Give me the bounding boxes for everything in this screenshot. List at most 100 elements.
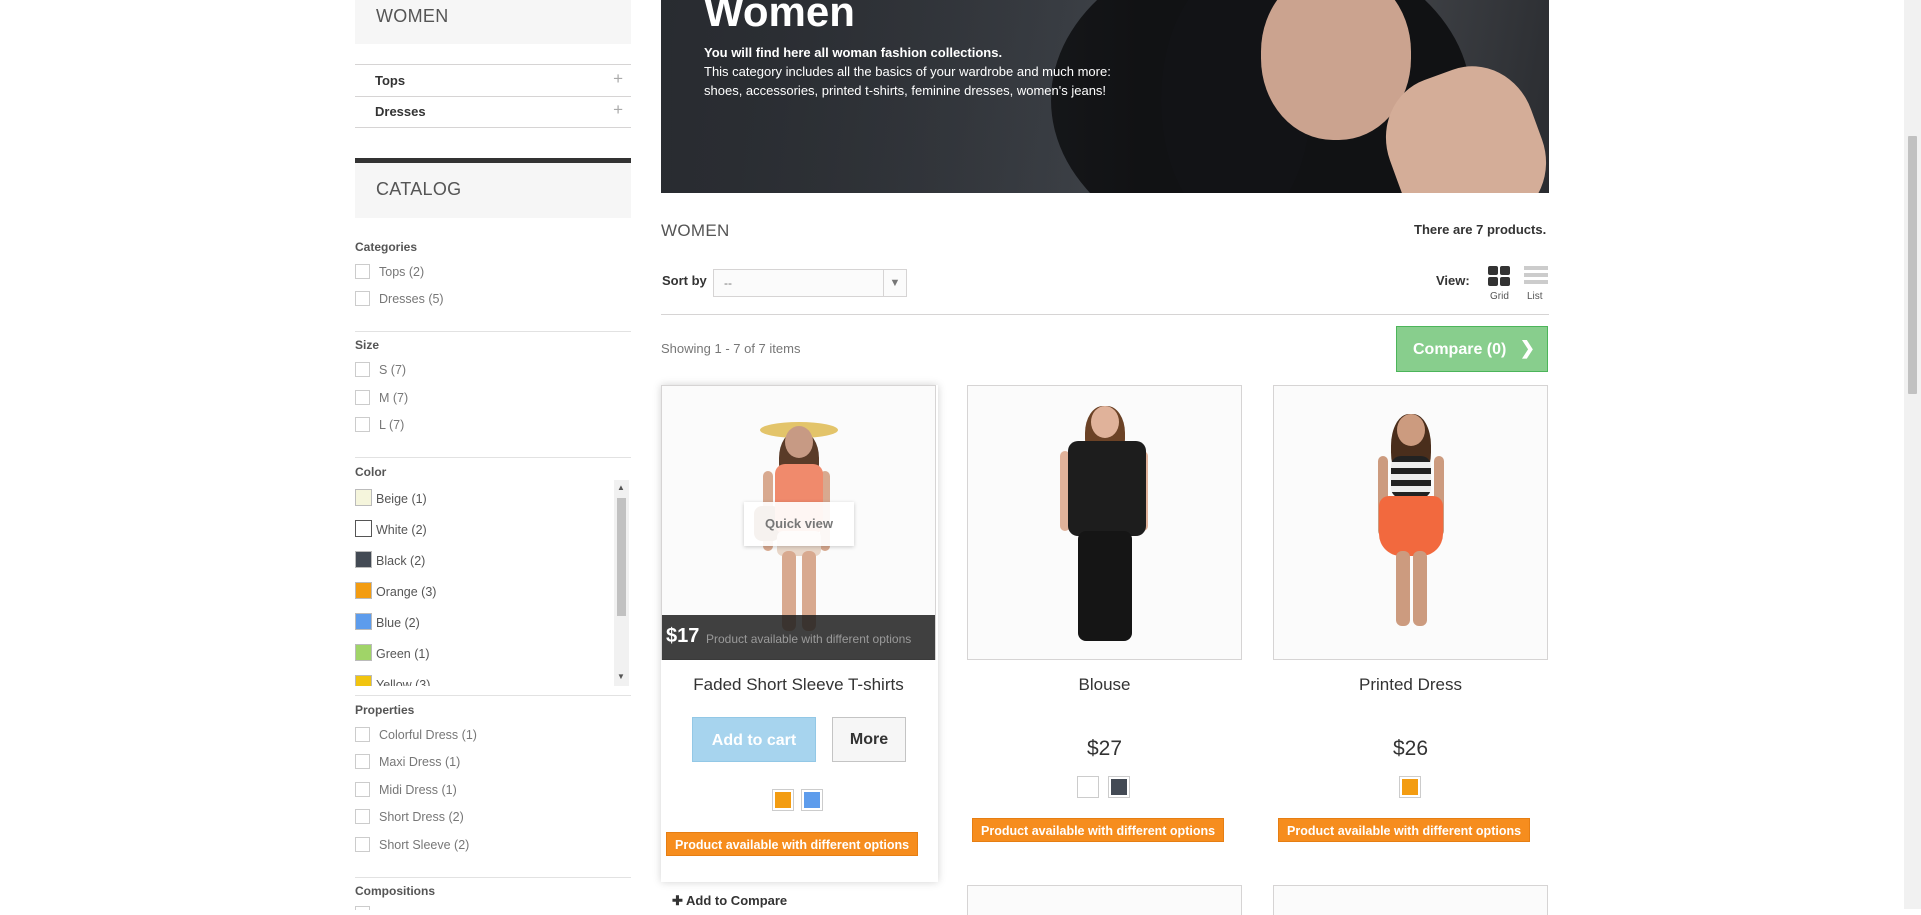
view-grid-label[interactable]: Grid [1490,291,1509,302]
plus-icon[interactable]: + [613,69,623,89]
add-to-compare-label: Add to Compare [686,893,788,908]
color-swatch-orange[interactable] [1399,776,1421,798]
sort-label: Sort by [662,273,707,288]
add-to-compare-link[interactable]: ✚ Add to Compare [672,893,787,909]
color-swatch[interactable] [355,489,372,506]
price-note: Product available with different options [706,632,912,646]
chevron-right-icon: ❯ [1519,338,1535,358]
showing-items: Showing 1 - 7 of 7 items [661,341,801,356]
product-price: $17 [666,625,700,647]
color-swatch-white[interactable] [1077,776,1099,798]
divider [355,877,631,878]
checkbox[interactable] [355,754,370,769]
checkbox[interactable] [355,782,370,797]
product-image[interactable] [1273,385,1548,660]
plus-icon[interactable]: + [613,100,623,120]
color-swatch[interactable] [355,520,372,537]
color-swatch[interactable] [355,675,372,686]
sort-select-value: -- [724,276,732,290]
category-description: shoes, accessories, printed t-shirts, fe… [704,83,1107,98]
sidebar-item-label: Dresses [375,104,426,119]
chevron-down-icon[interactable]: ▼ [883,270,906,296]
checkbox[interactable] [355,809,370,824]
category-description: You will find here all woman fashion col… [704,45,1003,60]
scroll-down-icon[interactable]: ▼ [617,672,625,681]
availability-badge: Product available with different options [1278,818,1531,842]
women-heading-text: WOMEN [376,6,449,26]
product-price: $26 [1392,737,1429,760]
color-swatch-black[interactable] [1108,776,1130,798]
filter-title-properties: Properties [355,703,415,717]
category-description: This category includes all the basics of… [704,64,1111,79]
compare-button[interactable]: Compare (0) ❯ [1396,326,1548,372]
scroll-up-icon[interactable]: ▲ [617,483,625,492]
color-swatch[interactable] [355,582,372,599]
divider [355,695,631,696]
page-scrollbar[interactable] [1904,0,1921,909]
checkbox[interactable] [355,264,370,279]
divider [661,314,1549,315]
checkbox[interactable] [355,906,370,910]
filter-title-categories: Categories [355,240,418,254]
catalog-heading-text: CATALOG [376,179,462,199]
filter-title-compositions: Compositions [355,884,435,898]
view-label: View: [1436,273,1470,288]
checkbox[interactable] [355,390,370,405]
product-image-head [1397,414,1425,446]
product-name[interactable]: Faded Short Sleeve T-shirts [661,675,936,695]
product-image-leg [1413,551,1427,626]
divider [355,457,631,458]
product-name[interactable]: Printed Dress [1273,675,1548,695]
filter-title-color: Color [355,465,387,479]
product-image-blouse [1068,441,1146,536]
product-image-head [1091,406,1119,438]
compare-button-label: Compare (0) [1413,341,1507,358]
product-image[interactable] [967,385,1242,660]
color-swatch[interactable] [355,613,372,630]
sort-select[interactable]: -- ▼ [713,269,907,297]
availability-badge: Product available with different options [972,818,1225,842]
color-swatch-blue[interactable] [801,789,823,811]
add-to-cart-button[interactable]: Add to cart [692,717,816,762]
color-list-scrollbar[interactable]: ▲ ▼ [614,480,629,686]
plus-icon: ✚ [672,893,683,908]
filter-title-size: Size [355,338,380,352]
more-button[interactable]: More [832,717,906,762]
scrollbar-thumb[interactable] [1908,136,1917,394]
page-heading: WOMEN [661,221,730,240]
color-swatch[interactable] [355,644,372,661]
quick-view-button[interactable]: Quick view [744,502,854,546]
product-price: $27 [1086,737,1123,760]
women-block-heading: WOMEN [355,0,631,44]
category-title: Women [704,0,855,35]
product-image[interactable] [967,885,1242,915]
price-overlay: $17 Product available with different opt… [662,615,935,660]
list-view-icon[interactable] [1524,266,1548,288]
checkbox[interactable] [355,837,370,852]
product-count: There are 7 products. [1414,222,1547,237]
category-banner: Women You will find here all woman fashi… [661,0,1549,193]
product-name[interactable]: Blouse [967,675,1242,695]
product-image-pants [1078,531,1132,641]
sidebar-item-dresses[interactable]: Dresses + [355,96,631,128]
checkbox[interactable] [355,291,370,306]
product-image[interactable] [1273,885,1548,915]
view-list-label[interactable]: List [1527,291,1543,302]
catalog-block-heading: CATALOG [355,163,631,218]
checkbox[interactable] [355,727,370,742]
scrollbar-thumb[interactable] [617,498,626,616]
grid-view-icon[interactable] [1488,266,1512,288]
color-swatch-orange[interactable] [772,789,794,811]
product-image-top [1391,456,1431,498]
color-swatch[interactable] [355,551,372,568]
product-image-leg [1396,551,1410,626]
divider [355,331,631,332]
checkbox[interactable] [355,417,370,432]
checkbox[interactable] [355,362,370,377]
product-image-skirt [1379,496,1443,556]
sidebar-item-label: Tops [375,73,406,88]
sidebar-item-tops[interactable]: Tops + [355,64,631,97]
color-filter-list: Beige (1) White (2) Black (2) Orange (3)… [355,480,631,686]
availability-badge: Product available with different options [666,832,919,856]
product-image-head [785,426,813,458]
